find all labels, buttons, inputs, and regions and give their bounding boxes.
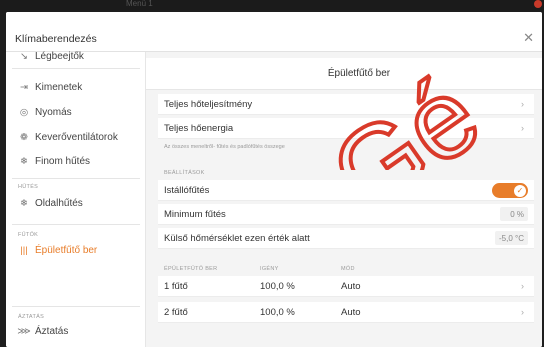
row-stall-heating: Istállófűtés ✓ (158, 180, 534, 201)
chevron-right-icon: › (521, 123, 524, 133)
background-window-title: Menü 1 (126, 0, 153, 8)
sidebar-item-mixing-fans[interactable]: ❁ Keverőventilátorok (6, 126, 145, 148)
minimum-heating-input[interactable]: 0 % (500, 207, 528, 221)
sidebar-item-building-heater[interactable]: ||| Épületfűtő ber (6, 239, 145, 261)
sidebar-item-label: Nyomás (35, 106, 72, 118)
fan-icon: ❁ (20, 131, 28, 143)
column-header-demand: IGÉNY (260, 266, 279, 272)
row-label: Külső hőmérséklet ezen érték alatt (164, 232, 310, 244)
vent-icon: ↘ (20, 50, 28, 62)
sidebar-section-heaters: FŰTŐK (18, 232, 39, 238)
chevron-right-icon: › (521, 99, 524, 109)
row-total-heat-energy[interactable]: Teljes hőenergia › (158, 118, 534, 139)
table-row[interactable]: 2 fűtő 100,0 % Auto › (158, 302, 534, 323)
heater-name: 1 fűtő (164, 280, 188, 292)
soaking-icon: ⋙ (17, 325, 31, 337)
row-minimum-heating: Minimum fűtés 0 % (158, 204, 534, 225)
heater-icon: ||| (20, 244, 28, 256)
row-label: Teljes hőteljesítmény (164, 98, 253, 110)
row-label: Teljes hőenergia (164, 122, 234, 134)
check-icon: ✓ (514, 184, 526, 197)
sidebar-item-label: Épületfűtő ber (35, 244, 98, 256)
pressure-gauge-icon: ◎ (19, 106, 29, 118)
row-label: Minimum fűtés (164, 208, 226, 220)
sidebar-divider (12, 68, 140, 69)
page-title: Épületfűtő ber (327, 68, 391, 79)
chevron-right-icon: › (521, 307, 524, 317)
heater-mode: Auto (341, 280, 361, 292)
sidebar-divider (12, 306, 140, 307)
sidebar-item-label: Légbeejtők (35, 50, 84, 62)
window-close-dot-icon[interactable] (534, 0, 542, 8)
stall-heating-toggle[interactable]: ✓ (492, 183, 528, 198)
sidebar-item-label: Finom hűtés (35, 155, 91, 167)
settings-section-label: BEÁLLÍTÁSOK (164, 170, 205, 176)
outside-temperature-input[interactable]: -5,0 °C (495, 231, 528, 245)
sidebar-item-label: Kimenetek (35, 81, 83, 93)
climate-dialog: Klímaberendezés ✕ ↘ Légbeejtők ⇥ Kimenet… (6, 12, 542, 347)
sidebar-section-cooling: HŰTÉS (18, 184, 39, 190)
side-cooling-icon: ❄ (20, 197, 28, 209)
sidebar-item-label: Keverőventilátorok (35, 131, 118, 143)
row-outside-temperature: Külső hőmérséklet ezen érték alatt -5,0 … (158, 228, 534, 249)
sidebar-item-label: Oldalhűtés (35, 197, 83, 209)
sidebar-item-soaking[interactable]: ⋙ Áztatás (6, 320, 145, 342)
heater-demand: 100,0 % (260, 306, 295, 318)
close-icon[interactable]: ✕ (523, 30, 534, 46)
heater-demand: 100,0 % (260, 280, 295, 292)
row-total-heat-output[interactable]: Teljes hőteljesítmény › (158, 94, 534, 115)
sidebar-item-fine-cooling[interactable]: ❄ Finom hűtés (6, 150, 145, 172)
sidebar-item-outputs[interactable]: ⇥ Kimenetek (6, 76, 145, 98)
sidebar-divider (12, 178, 140, 179)
cooling-icon: ❄ (20, 155, 28, 167)
heater-name: 2 fűtő (164, 306, 188, 318)
output-icon: ⇥ (20, 81, 28, 93)
sidebar-item-label: Áztatás (35, 325, 69, 337)
row-label: Istállófűtés (164, 184, 210, 196)
sidebar-divider (12, 224, 140, 225)
main-title-bar: Épületfűtő ber (146, 58, 542, 90)
background-window-titlebar: Menü 1 (0, 0, 544, 10)
chevron-right-icon: › (521, 281, 524, 291)
sidebar-item-side-cooling[interactable]: ❄ Oldalhűtés (6, 192, 145, 214)
sidebar: ↘ Légbeejtők ⇥ Kimenetek ◎ Nyomás ❁ Keve… (6, 51, 146, 347)
heater-mode: Auto (341, 306, 361, 318)
dialog-title: Klímaberendezés (15, 33, 97, 45)
main-panel: Épületfűtő ber Teljes hőteljesítmény › T… (146, 52, 542, 347)
column-header-mode: MÓD (341, 266, 355, 272)
table-row[interactable]: 1 fűtő 100,0 % Auto › (158, 276, 534, 297)
summary-note: Az összes meneltről- fűtés és padlófűtés… (164, 144, 285, 150)
sidebar-item-pressure[interactable]: ◎ Nyomás (6, 101, 145, 123)
column-header-heater: ÉPÜLETFŰTŐ BER (164, 266, 218, 272)
sidebar-item-air-inlets[interactable]: ↘ Légbeejtők (6, 45, 145, 67)
